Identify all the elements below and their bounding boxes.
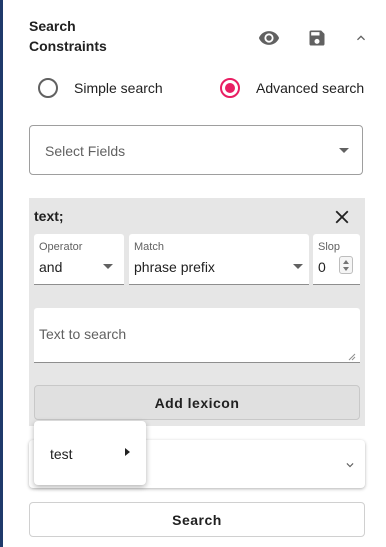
radio-dot (225, 83, 235, 93)
constraint-panel: text; Operator and Match phrase prefix S… (29, 198, 365, 426)
collapse-button[interactable] (347, 24, 375, 52)
advanced-search-label: Advanced search (256, 80, 365, 96)
operator-value: and (39, 259, 63, 275)
constraint-title: text; (34, 208, 64, 224)
search-constraints-header: Search Constraints (29, 16, 374, 60)
panel-title: Search Constraints (29, 18, 107, 54)
dropdown-arrow-icon (293, 264, 303, 269)
slop-field[interactable]: Slop 0 (313, 234, 360, 285)
text-to-search-placeholder: Text to search (39, 326, 127, 342)
context-menu: test (34, 421, 146, 485)
chevron-down-icon (343, 458, 357, 477)
save-icon (307, 28, 327, 48)
eye-icon (258, 27, 280, 49)
operator-label: Operator (39, 241, 83, 253)
stepper-down-icon (343, 267, 349, 271)
dropdown-arrow-icon (339, 148, 349, 153)
operator-select[interactable]: Operator and (34, 234, 124, 285)
submenu-arrow-icon (125, 448, 130, 456)
radio-unchecked-icon (38, 78, 58, 98)
radio-checked-icon (220, 78, 240, 98)
stepper-up-icon (343, 260, 349, 264)
slop-label: Slop (318, 241, 341, 253)
advanced-search-radio[interactable]: Advanced search (220, 77, 364, 99)
select-fields-dropdown[interactable]: Select Fields (29, 125, 363, 175)
add-lexicon-button[interactable]: Add lexicon (34, 385, 360, 420)
menu-item-test[interactable]: test (34, 437, 146, 469)
match-label: Match (134, 241, 164, 253)
resize-handle-icon[interactable] (346, 348, 356, 361)
menu-item-label: test (50, 446, 73, 462)
chevron-up-icon (353, 30, 369, 46)
number-stepper[interactable] (339, 256, 353, 274)
match-value: phrase prefix (134, 259, 215, 275)
select-fields-placeholder: Select Fields (45, 143, 126, 159)
preview-button[interactable] (255, 24, 283, 52)
dropdown-arrow-icon (103, 264, 113, 269)
slop-value: 0 (318, 259, 326, 275)
search-button[interactable]: Search (29, 502, 365, 537)
text-to-search-input[interactable]: Text to search (34, 308, 360, 363)
search-mode-radio-group: Simple search Advanced search (38, 77, 378, 99)
simple-search-radio[interactable]: Simple search (38, 77, 163, 99)
remove-constraint-button[interactable] (331, 206, 353, 228)
save-button[interactable] (303, 24, 331, 52)
match-select[interactable]: Match phrase prefix (129, 234, 309, 285)
side-panel-edge (0, 0, 3, 547)
simple-search-label: Simple search (74, 80, 163, 96)
close-icon (331, 210, 353, 232)
